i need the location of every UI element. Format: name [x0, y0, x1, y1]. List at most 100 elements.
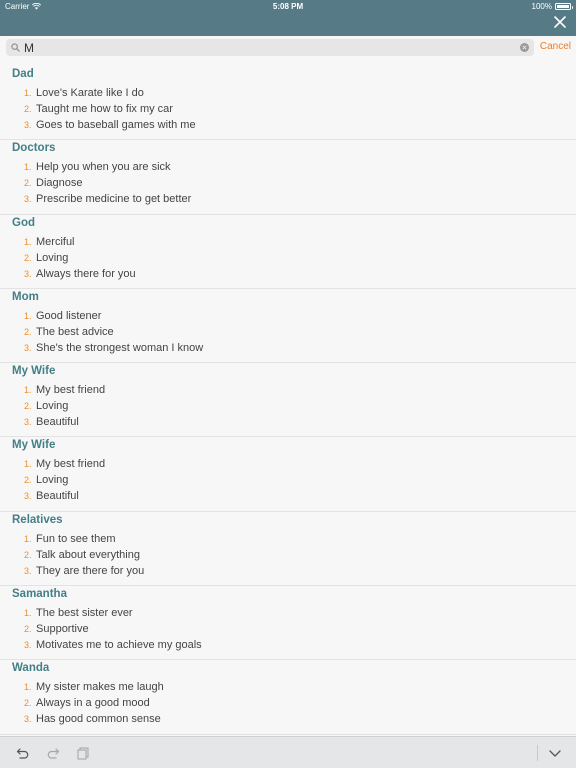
list-item: 1. Merciful: [24, 234, 136, 250]
section-title: Relatives: [12, 513, 63, 526]
section-title: Mom: [12, 290, 39, 303]
item-number: 1.: [24, 162, 32, 173]
section-items: 1. Love's Karate like I do 2. Taught me how…: [24, 85, 196, 133]
item-text: My best friend: [36, 458, 106, 471]
list-section[interactable]: God 1. Merciful 2. Loving 3. Always there for …: [0, 215, 576, 289]
list-section[interactable]: Relatives 1. Fun to see them 2. Talk about e…: [0, 512, 576, 587]
list-item: 2. Loving: [24, 250, 136, 266]
list-section[interactable]: My Wife 1. My best friend 2. Loving 3. Beautif…: [0, 363, 576, 438]
section-items: 1. My sister makes me laugh 2. Always in a …: [24, 679, 164, 727]
paste-icon[interactable]: [76, 746, 90, 760]
list-section[interactable]: Mom 1. Good listener 2. The best advice 3. She…: [0, 289, 576, 364]
search-box[interactable]: [6, 39, 534, 56]
list-item: 2. The best advice: [24, 324, 203, 340]
item-number: 2.: [24, 252, 32, 263]
item-text: Has good common sense: [36, 713, 161, 726]
chevron-down-icon[interactable]: [548, 746, 562, 760]
list-section[interactable]: My Wife 1. My best friend 2. Loving 3. Beautif…: [0, 437, 576, 512]
list-item: 1. Love's Karate like I do: [24, 85, 196, 101]
item-text: Good listener: [36, 309, 102, 322]
search-row: Cancel: [0, 37, 576, 59]
item-text: Fun to see them: [36, 532, 116, 545]
item-number: 3.: [24, 417, 32, 428]
list-item: 1. My sister makes me laugh: [24, 679, 164, 695]
section-items: 1. My best friend 2. Loving 3. Beautiful: [24, 456, 105, 504]
list-item: 3. Motivates me to achieve my goals: [24, 637, 202, 653]
item-number: 2.: [24, 178, 32, 189]
item-number: 1.: [24, 533, 32, 544]
section-items: 1. Merciful 2. Loving 3. Always there for you: [24, 234, 136, 282]
section-title: Doctors: [12, 142, 56, 155]
section-title: My Wife: [12, 365, 56, 378]
undo-icon[interactable]: [16, 746, 30, 760]
item-number: 3.: [24, 268, 32, 279]
item-number: 3.: [24, 640, 32, 651]
item-number: 2.: [24, 326, 32, 337]
list-item: 3. Beautiful: [24, 488, 105, 504]
list-item: 3. They are there for you: [24, 563, 144, 579]
search-icon: [11, 43, 20, 52]
item-number: 3.: [24, 565, 32, 576]
clear-icon[interactable]: [520, 43, 529, 52]
list-item: 1. Help you when you are sick: [24, 159, 191, 175]
item-text: Help you when you are sick: [36, 161, 171, 174]
list-item: 2. Always in a good mood: [24, 695, 164, 711]
item-text: Loving: [36, 400, 69, 413]
clear-x-glyph: [522, 45, 527, 50]
list-item: 1. My best friend: [24, 382, 105, 398]
item-text: Beautiful: [36, 490, 79, 503]
section-items: 1. Good listener 2. The best advice 3. She's …: [24, 308, 203, 356]
section-title: My Wife: [12, 439, 56, 452]
item-text: The best advice: [36, 325, 114, 338]
item-number: 2.: [24, 475, 32, 486]
item-text: Beautiful: [36, 416, 79, 429]
section-items: 1. Help you when you are sick 2. Diagnose 3.…: [24, 159, 191, 207]
item-number: 3.: [24, 342, 32, 353]
item-number: 3.: [24, 714, 32, 725]
item-number: 2.: [24, 698, 32, 709]
list-item: 3. Always there for you: [24, 266, 136, 282]
search-input[interactable]: [24, 39, 520, 56]
list-item: 3. Goes to baseball games with me: [24, 117, 196, 133]
item-number: 1.: [24, 459, 32, 470]
item-number: 1.: [24, 608, 32, 619]
item-number: 3.: [24, 120, 32, 130]
section-items: 1. Fun to see them 2. Talk about everything…: [24, 531, 144, 579]
list-item: 3. She's the strongest woman I know: [24, 340, 203, 356]
list-item: 2. Loving: [24, 472, 105, 488]
battery-fill: [557, 5, 569, 8]
item-text: My sister makes me laugh: [36, 681, 164, 694]
section-items: 1. My best friend 2. Loving 3. Beautiful: [24, 382, 105, 430]
list-section[interactable]: Doctors 1. Help you when you are sick 2. Dia…: [0, 140, 576, 215]
item-text: Merciful: [36, 235, 75, 248]
list-item: 3. Beautiful: [24, 414, 105, 430]
list-section[interactable]: Dad 1. Love's Karate like I do 2. Taught me …: [0, 66, 576, 141]
list-item: 2. Supportive: [24, 621, 202, 637]
item-text: My best friend: [36, 384, 106, 397]
item-number: 1.: [24, 682, 32, 693]
item-text: Talk about everything: [36, 548, 140, 561]
item-text: Taught me how to fix my car: [36, 103, 173, 115]
section-title: Dad: [12, 68, 34, 80]
item-text: Prescribe medicine to get better: [36, 193, 192, 206]
list-section[interactable]: Wanda 1. My sister makes me laugh 2. Always …: [0, 660, 576, 735]
cancel-button[interactable]: Cancel: [540, 41, 571, 52]
list-section[interactable]: Samantha 1. The best sister ever 2. Supporti…: [0, 586, 576, 661]
list-item: 2. Diagnose: [24, 175, 191, 191]
redo-icon[interactable]: [46, 746, 60, 760]
list-item: 1. Fun to see them: [24, 531, 144, 547]
section-title: Samantha: [12, 588, 67, 601]
top-bar: Carrier 5:08 PM 100%: [0, 0, 576, 36]
list-item: 1. My best friend: [24, 456, 105, 472]
list-item: 3. Prescribe medicine to get better: [24, 191, 191, 207]
section-items: 1. The best sister ever 2. Supportive 3. Moti…: [24, 605, 202, 653]
item-number: 3.: [24, 491, 32, 502]
item-text: Diagnose: [36, 177, 83, 190]
item-text: Always there for you: [36, 267, 136, 280]
item-number: 1.: [24, 88, 32, 98]
item-text: She's the strongest woman I know: [36, 341, 204, 354]
close-icon[interactable]: [553, 15, 567, 29]
list-item: 1. Good listener: [24, 308, 203, 324]
item-number: 2.: [24, 549, 32, 560]
item-text: Loving: [36, 474, 69, 487]
